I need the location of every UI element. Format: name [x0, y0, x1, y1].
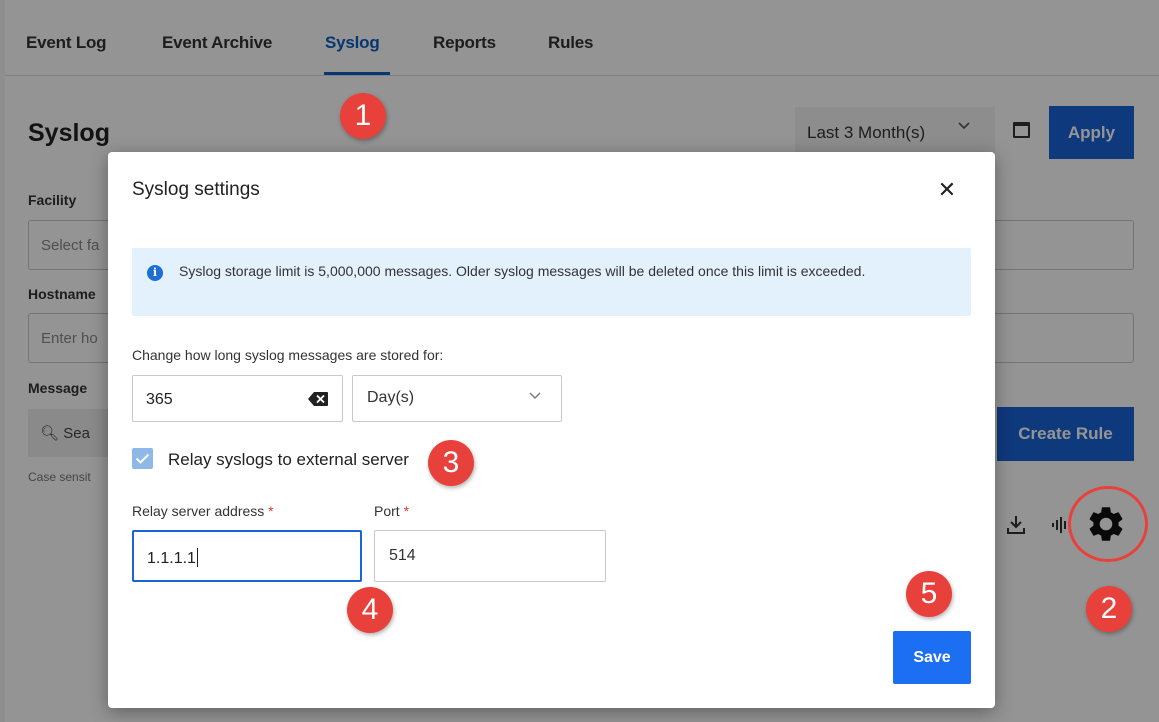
relay-address-label: Relay server address *	[132, 503, 274, 519]
info-message: Syslog storage limit is 5,000,000 messag…	[179, 263, 866, 279]
callout-3: 3	[428, 440, 474, 486]
callout-1: 1	[340, 93, 386, 139]
save-button[interactable]: Save	[893, 631, 971, 684]
relay-address-value: 1.1.1.1	[147, 550, 196, 567]
required-mark: *	[403, 503, 410, 519]
gear-highlight-ring	[1068, 486, 1148, 562]
syslog-settings-dialog: Syslog settings ✕ i Syslog storage limit…	[108, 152, 995, 708]
close-icon[interactable]: ✕	[933, 176, 961, 204]
backspace-icon[interactable]	[308, 392, 328, 406]
port-input[interactable]: 514	[374, 530, 606, 582]
check-icon	[135, 453, 150, 464]
port-label: Port *	[374, 503, 409, 519]
callout-2: 2	[1086, 586, 1132, 632]
relay-checkbox[interactable]	[132, 448, 153, 469]
relay-address-input[interactable]: 1.1.1.1	[132, 530, 362, 582]
retention-label: Change how long syslog messages are stor…	[132, 347, 444, 363]
text-caret	[196, 548, 198, 567]
info-icon: i	[147, 265, 163, 281]
callout-5: 5	[906, 571, 952, 617]
chevron-down-icon	[529, 392, 541, 399]
storage-limit-info: i Syslog storage limit is 5,000,000 mess…	[132, 248, 971, 316]
port-label-text: Port	[374, 503, 400, 519]
required-mark: *	[268, 503, 274, 519]
relay-address-label-text: Relay server address	[132, 503, 265, 519]
dialog-title: Syslog settings	[132, 179, 260, 200]
relay-label[interactable]: Relay syslogs to external server	[168, 450, 409, 470]
callout-4: 4	[347, 587, 393, 633]
